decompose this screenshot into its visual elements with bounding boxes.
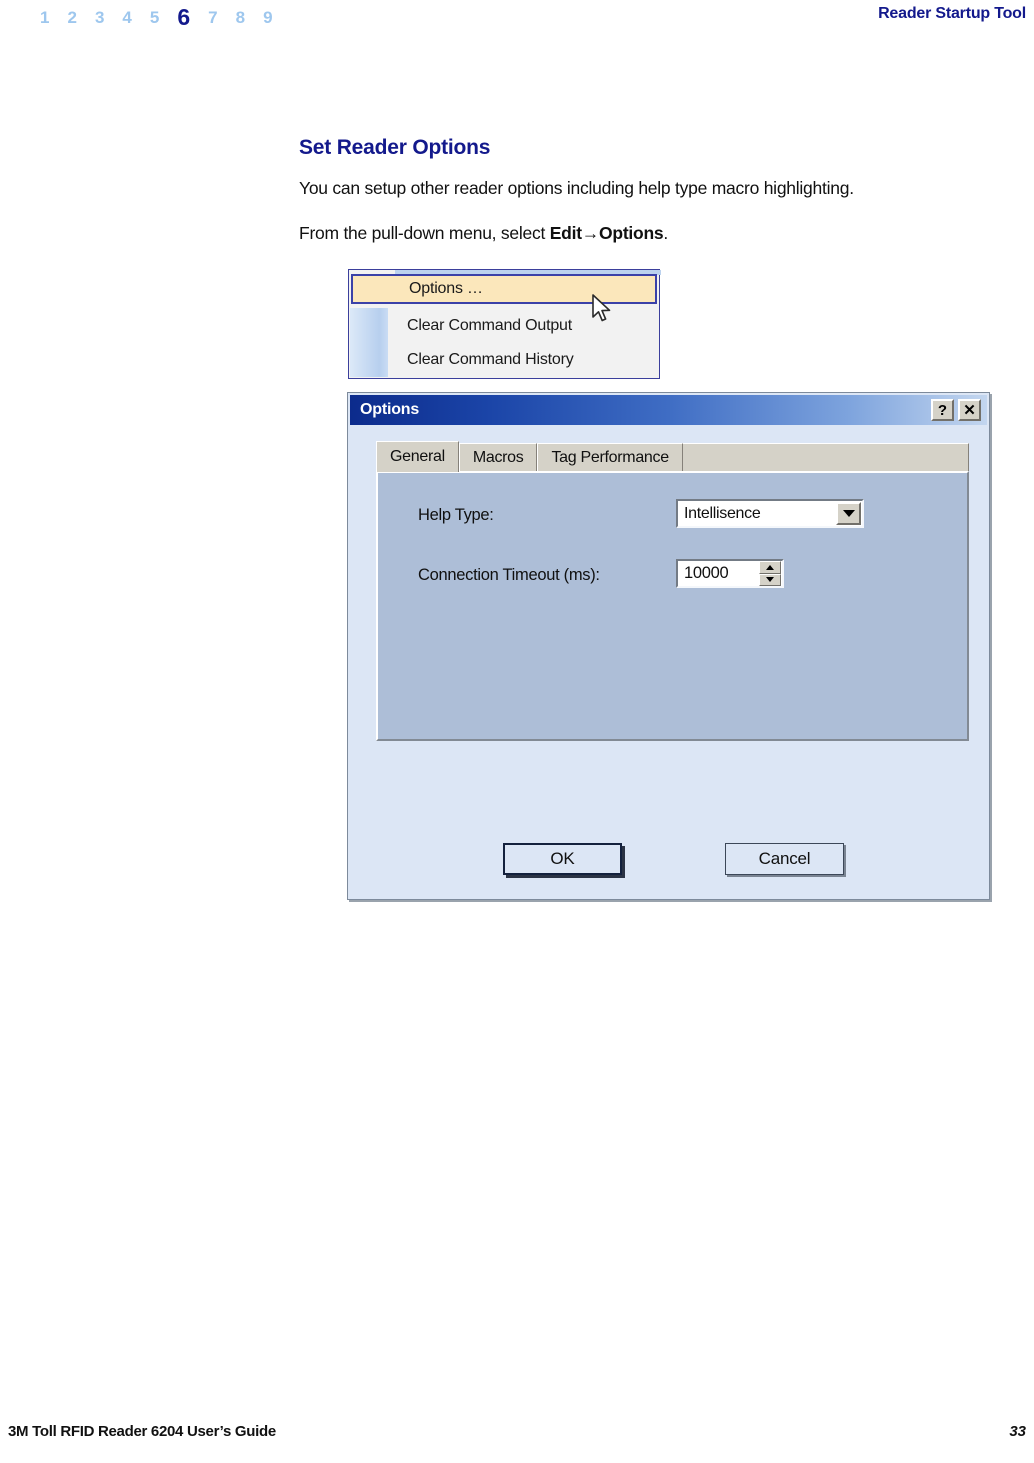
chapter-number-nav: 1 2 3 4 5 6 7 8 9 [40,4,273,29]
chapter-number-5[interactable]: 5 [150,9,159,26]
tab-tag-performance[interactable]: Tag Performance [537,443,683,471]
menu-item-options-label: Options … [409,280,483,297]
chapter-number-1[interactable]: 1 [40,9,49,26]
chapter-number-9[interactable]: 9 [263,9,272,26]
footer-page-number: 33 [1009,1423,1026,1440]
chapter-number-7[interactable]: 7 [208,9,217,26]
chapter-number-6-current[interactable]: 6 [177,6,190,29]
menu-items-container: Options … Clear Command Output Clear Com… [349,270,659,378]
tab-macros-label: Macros [472,448,524,466]
instruction-menu-path: Edit→Options [549,223,664,243]
menu-item-clear-command-output-label: Clear Command Output [407,317,572,334]
close-icon[interactable]: ✕ [958,399,981,421]
chevron-down-glyph [842,510,855,517]
stepper-buttons [759,561,781,586]
stepper-down-glyph [766,577,774,583]
cancel-button[interactable]: Cancel [725,843,844,875]
menu-item-clear-command-history-label: Clear Command History [407,351,574,368]
tab-general[interactable]: General [376,441,459,472]
ok-button[interactable]: OK [503,843,622,875]
menu-item-clear-command-history[interactable]: Clear Command History [389,344,658,376]
chapter-number-8[interactable]: 8 [236,9,245,26]
chapter-number-2[interactable]: 2 [67,9,76,26]
connection-timeout-label: Connection Timeout (ms): [418,566,600,584]
tab-tag-performance-label: Tag Performance [551,448,669,466]
dialog-title: Options [360,401,420,418]
tab-macros[interactable]: Macros [458,443,538,471]
header-chapter-title: Reader Startup Tool [878,5,1026,22]
page-header: 1 2 3 4 5 6 7 8 9 Reader Startup Tool [0,0,1034,44]
dialog-titlebar: Options ? ✕ [350,395,987,425]
menu-item-clear-command-output[interactable]: Clear Command Output [389,310,658,342]
dialog-titlebar-buttons: ? ✕ [931,399,981,421]
instruction-paragraph: From the pull-down menu, select Edit→Opt… [299,223,1021,244]
stepper-up-glyph [766,564,774,570]
page-footer: 3M Toll RFID Reader 6204 User’s Guide 33 [0,1423,1034,1447]
connection-timeout-stepper[interactable]: 10000 [676,559,784,588]
instruction-suffix: . [663,223,669,243]
menu-item-options[interactable]: Options … [351,274,657,304]
page-content: Set Reader Options You can setup other r… [299,136,1021,268]
footer-document-title: 3M Toll RFID Reader 6204 User’s Guide [8,1423,276,1440]
stepper-down-icon[interactable] [759,573,781,586]
stepper-up-icon[interactable] [759,561,781,574]
chapter-number-3[interactable]: 3 [95,9,104,26]
tabstrip-tabs: General Macros Tag Performance [376,441,969,472]
options-dialog-figure: Options ? ✕ General Macros Tag Performan… [347,392,990,900]
edit-pulldown-menu-figure: Options … Clear Command Output Clear Com… [348,269,661,379]
tab-general-label: General [390,448,445,465]
intro-paragraph: You can setup other reader options inclu… [299,178,854,198]
help-type-label: Help Type: [418,506,494,524]
instruction-prefix: From the pull-down menu, select [299,223,550,243]
connection-timeout-value: 10000 [684,564,729,582]
dialog-tabstrip: General Macros Tag Performance [376,441,969,472]
help-icon[interactable]: ? [931,399,954,421]
chapter-number-4[interactable]: 4 [122,9,131,26]
help-type-value: Intellisence [684,504,761,522]
chevron-down-icon[interactable] [836,502,861,525]
general-tab-panel: Help Type: Intellisence Connection Timeo… [376,471,969,741]
help-type-select[interactable]: Intellisence [676,499,864,528]
page-title: Set Reader Options [299,136,491,159]
